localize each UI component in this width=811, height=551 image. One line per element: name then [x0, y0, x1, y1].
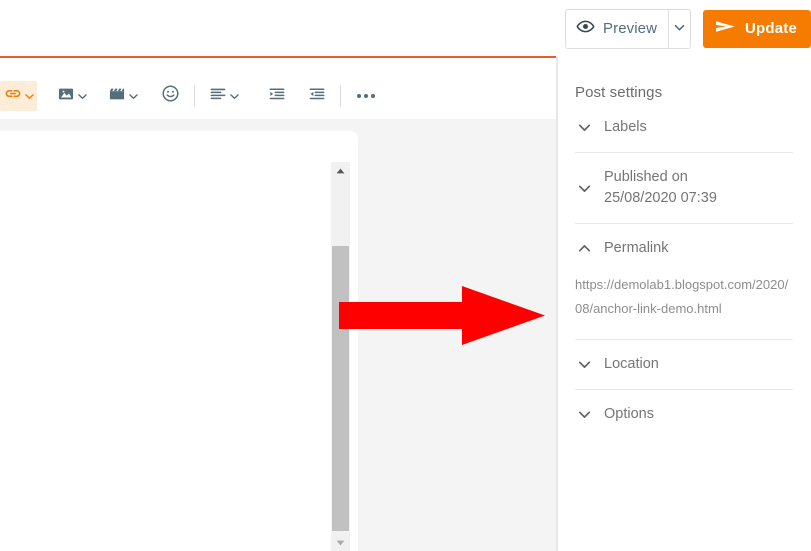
- sidebar-section-published: Published on 25/08/2020 07:39: [575, 153, 793, 224]
- toolbar-separator-2: [340, 85, 341, 107]
- eye-icon: [576, 17, 595, 41]
- post-body-scrollbar[interactable]: [331, 162, 350, 551]
- page-title: Post settings: [575, 84, 663, 101]
- scroll-up-arrow-icon[interactable]: [331, 162, 350, 179]
- sidebar-published-label: Published on: [604, 169, 688, 185]
- toolbar-image-button[interactable]: [53, 81, 90, 111]
- sidebar-section-location: Location: [575, 340, 793, 390]
- sidebar-section-permalink: Permalink https://demolab1.blogspot.com/…: [575, 224, 793, 340]
- emoji-icon: [160, 83, 181, 109]
- toolbar-video-caret-icon[interactable]: [129, 92, 138, 101]
- sidebar-divider: [556, 57, 557, 551]
- post-title-underline: [0, 56, 556, 58]
- sidebar-item-label: Location: [604, 356, 659, 372]
- send-icon: [715, 18, 736, 40]
- post-body-panel[interactable]: [0, 131, 358, 551]
- toolbar-align-button[interactable]: [205, 81, 242, 111]
- red-right-arrow-icon: [339, 286, 545, 345]
- toolbar-link-button[interactable]: [0, 81, 37, 111]
- chevron-down-icon: [577, 408, 591, 421]
- chevron-down-icon: [577, 121, 591, 134]
- sidebar-item-label: Labels: [604, 119, 647, 135]
- toolbar-link-caret-icon[interactable]: [25, 92, 34, 101]
- permalink-url[interactable]: https://demolab1.blogspot.com/2020/08/an…: [575, 273, 793, 321]
- sidebar-item-label: Options: [604, 406, 654, 422]
- post-editor-pane: [0, 0, 556, 551]
- video-icon: [107, 84, 127, 109]
- align-left-icon: [208, 84, 228, 109]
- toolbar-indent-increase-button[interactable]: [264, 81, 290, 111]
- sidebar-section-options: Options: [575, 390, 793, 439]
- post-actions-bar: Preview Update: [556, 0, 811, 57]
- more-horizontal-icon: [357, 94, 375, 98]
- chevron-down-icon: [577, 182, 591, 195]
- sidebar-published-datetime: 25/08/2020 07:39: [604, 190, 717, 206]
- sidebar-item-location[interactable]: Location: [575, 340, 793, 389]
- preview-dropdown-button[interactable]: [668, 9, 690, 48]
- toolbar-indent-decrease-button[interactable]: [304, 81, 330, 111]
- update-button[interactable]: Update: [702, 9, 811, 48]
- toolbar-emoji-button[interactable]: [157, 81, 184, 111]
- update-label: Update: [744, 20, 797, 37]
- editor-toolbar: [0, 75, 556, 117]
- toolbar-align-caret-icon[interactable]: [230, 92, 239, 101]
- sidebar-item-options[interactable]: Options: [575, 390, 793, 439]
- sidebar-item-permalink[interactable]: Permalink: [575, 224, 793, 273]
- toolbar-more-button[interactable]: [351, 94, 381, 98]
- preview-button[interactable]: Preview: [566, 10, 668, 48]
- toolbar-separator-1: [194, 85, 195, 107]
- sidebar-item-label: Permalink: [604, 240, 669, 256]
- toolbar-video-button[interactable]: [104, 81, 141, 111]
- sidebar-section-labels: Labels: [575, 103, 793, 153]
- image-icon: [56, 84, 76, 109]
- post-settings-sidebar: Post settings Labels Published on 25/08/…: [557, 57, 811, 551]
- toolbar-image-caret-icon[interactable]: [78, 92, 87, 101]
- preview-label: Preview: [603, 20, 658, 37]
- permalink-body: https://demolab1.blogspot.com/2020/08/an…: [575, 273, 793, 339]
- scroll-down-arrow-icon[interactable]: [331, 534, 350, 551]
- preview-button-group: Preview: [565, 8, 691, 49]
- chevron-down-icon: [577, 358, 591, 371]
- indent-increase-icon: [267, 84, 287, 109]
- chevron-down-icon: [674, 20, 685, 38]
- indent-decrease-icon: [307, 84, 327, 109]
- sidebar-item-labels[interactable]: Labels: [575, 103, 793, 152]
- sidebar-item-published-on[interactable]: Published on 25/08/2020 07:39: [575, 153, 793, 223]
- link-icon: [3, 84, 23, 109]
- chevron-up-icon: [577, 242, 591, 255]
